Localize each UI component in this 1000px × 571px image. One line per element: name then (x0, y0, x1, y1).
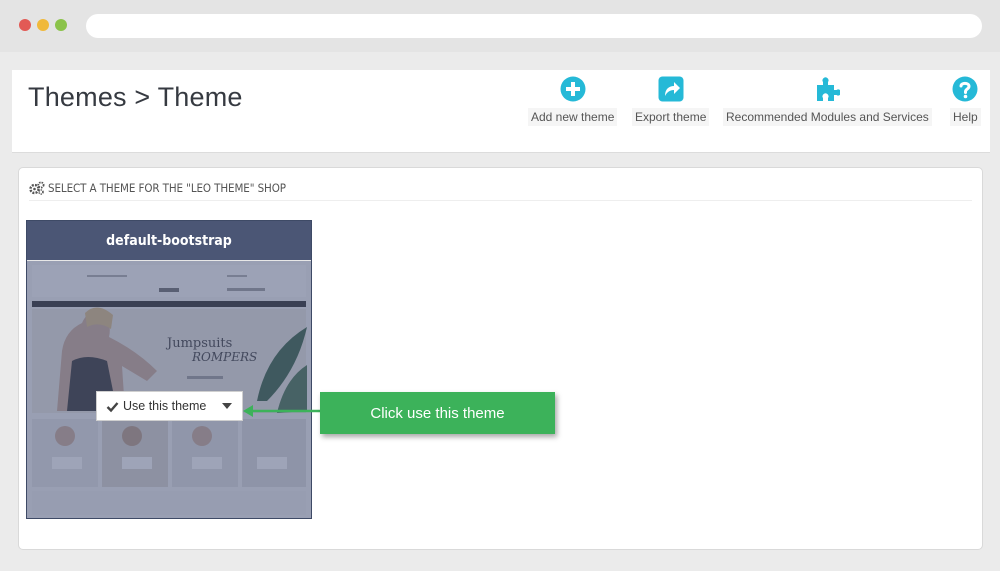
theme-select-panel: SELECT A THEME FOR THE "LEO THEME" SHOP … (18, 167, 983, 550)
use-theme-dropdown-toggle[interactable] (212, 392, 242, 420)
annotation-arrow (243, 405, 321, 417)
cogs-icon (29, 181, 45, 195)
close-window-button[interactable] (19, 19, 31, 31)
panel-heading-text: SELECT A THEME FOR THE "LEO THEME" SHOP (48, 181, 286, 195)
share-icon (658, 76, 684, 102)
maximize-window-button[interactable] (55, 19, 67, 31)
help-label: Help (950, 108, 981, 126)
use-this-theme-label: Use this theme (123, 399, 207, 413)
add-new-theme-label: Add new theme (528, 108, 618, 126)
page-title: Themes > Theme (28, 82, 243, 112)
recommended-modules-button[interactable]: Recommended Modules and Services (723, 76, 932, 132)
caret-down-icon (222, 403, 232, 409)
theme-preview-overlay (27, 261, 311, 518)
recommended-modules-label: Recommended Modules and Services (723, 108, 932, 126)
use-this-theme-button[interactable]: Use this theme (96, 391, 243, 421)
theme-card: default-bootstrap Jumpsuits ROMPERS (26, 220, 312, 519)
annotation-callout: Click use this theme (320, 392, 555, 434)
question-circle-icon (952, 76, 978, 102)
page-header: Themes > Theme Add new theme Export them… (12, 70, 990, 153)
help-button[interactable]: Help (950, 76, 981, 132)
export-theme-button[interactable]: Export theme (632, 76, 710, 132)
add-new-theme-button[interactable]: Add new theme (528, 76, 618, 132)
puzzle-icon (817, 77, 841, 101)
address-bar[interactable] (86, 14, 982, 38)
check-icon (106, 401, 119, 412)
minimize-window-button[interactable] (37, 19, 49, 31)
browser-title-bar (0, 0, 1000, 52)
plus-circle-icon (560, 76, 586, 102)
panel-heading: SELECT A THEME FOR THE "LEO THEME" SHOP (29, 176, 972, 201)
export-theme-label: Export theme (632, 108, 710, 126)
theme-name: default-bootstrap (27, 221, 311, 261)
